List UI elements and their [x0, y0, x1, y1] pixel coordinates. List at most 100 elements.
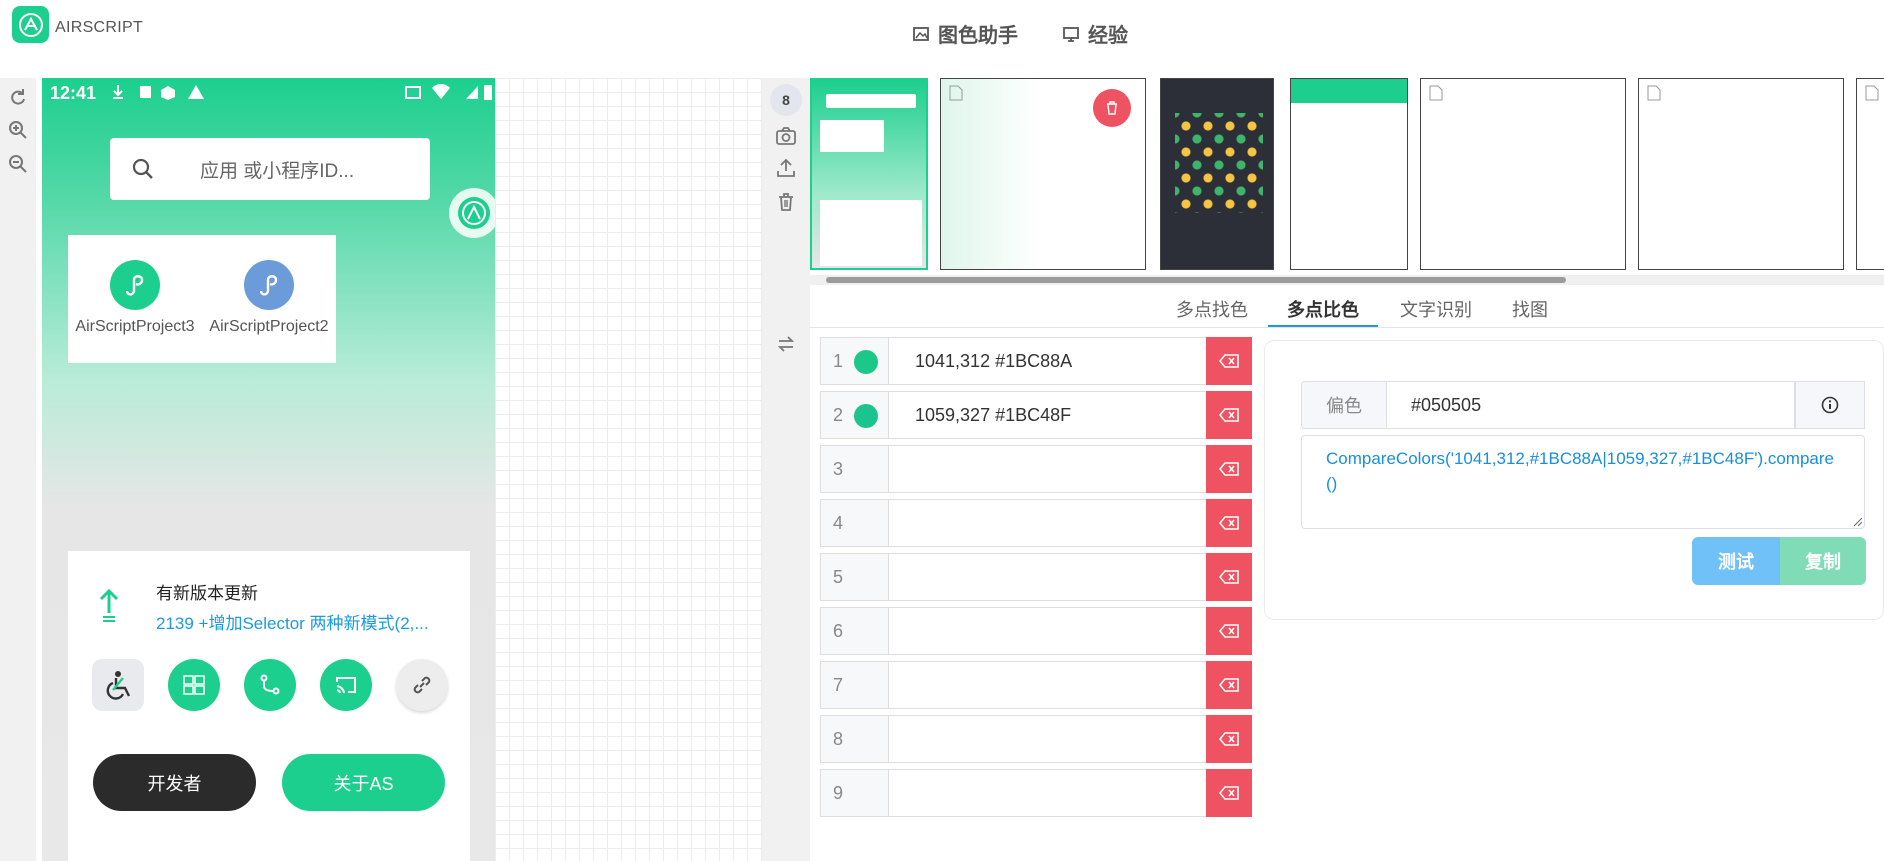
color-point-row[interactable]: 5 [820, 553, 1252, 601]
trash-icon [1107, 101, 1117, 115]
color-swatch [854, 404, 878, 428]
delete-point-button[interactable] [1206, 499, 1252, 547]
offset-color-input[interactable]: #050505 [1386, 381, 1795, 429]
tab-multi-point-compare[interactable]: 多点比色 [1287, 296, 1359, 322]
notification-icons [113, 85, 204, 100]
screenshot-thumbnail[interactable] [1856, 78, 1884, 270]
active-tab-indicator [1268, 325, 1378, 327]
search-placeholder: 应用 或小程序ID... [200, 160, 355, 182]
tab-ocr[interactable]: 文字识别 [1400, 296, 1472, 322]
screenshot-thumbnail[interactable] [810, 78, 928, 270]
image-icon [913, 26, 929, 41]
offset-label: 偏色 [1301, 381, 1387, 429]
scrollbar-thumb[interactable] [826, 277, 1566, 283]
screenshot-strip [810, 78, 1884, 270]
backspace-icon [1219, 354, 1239, 368]
delete-point-button[interactable] [1206, 715, 1252, 763]
search-input[interactable]: 应用 或小程序ID... [110, 138, 430, 200]
update-title: 有新版本更新 [156, 584, 258, 603]
delete-point-button[interactable] [1206, 661, 1252, 709]
delete-point-button[interactable] [1206, 607, 1252, 655]
git-branch-button[interactable] [244, 659, 296, 711]
point-index-cell: 5 [821, 554, 889, 600]
link-icon [413, 676, 431, 694]
backspace-icon [1219, 786, 1239, 800]
delete-point-button[interactable] [1206, 553, 1252, 601]
point-index: 5 [833, 567, 844, 587]
tab-multi-point-find[interactable]: 多点找色 [1176, 296, 1248, 322]
nav-experience[interactable]: 经验 [1062, 19, 1128, 48]
point-index-cell: 7 [821, 662, 889, 708]
color-point-row[interactable]: 2 1059,327 #1BC48F [820, 391, 1252, 439]
tab-find-image[interactable]: 找图 [1512, 296, 1548, 322]
generated-code-textarea[interactable]: CompareColors('1041,312,#1BC88A|1059,327… [1301, 435, 1865, 529]
point-value[interactable]: 1041,312 #1BC88A [915, 351, 1072, 372]
point-index-cell: 4 [821, 500, 889, 546]
miniprogram-icon [244, 260, 294, 310]
color-point-row[interactable]: 1 1041,312 #1BC88A [820, 337, 1252, 385]
color-point-row[interactable]: 8 [820, 715, 1252, 763]
copy-button[interactable]: 复制 [1780, 537, 1866, 585]
screenshot-thumbnail[interactable] [1160, 78, 1274, 270]
color-point-row[interactable]: 4 [820, 499, 1252, 547]
accessibility-icon [106, 671, 131, 700]
point-index-cell: 2 [821, 392, 889, 438]
camera-icon[interactable] [776, 126, 796, 146]
info-icon [1821, 396, 1839, 414]
screenshot-count-badge: 8 [770, 84, 802, 116]
signal-wifi-battery-icons [405, 84, 492, 100]
git-branch-icon [260, 674, 280, 695]
test-button[interactable]: 测试 [1692, 537, 1780, 585]
point-index: 1 [833, 351, 844, 371]
accessibility-button[interactable] [92, 659, 144, 711]
delete-point-button[interactable] [1206, 337, 1252, 385]
color-point-row[interactable]: 7 [820, 661, 1252, 709]
zoom-in-icon[interactable] [8, 120, 28, 140]
windows-button[interactable] [168, 659, 220, 711]
update-card: 有新版本更新 2139 +增加Selector 两种新模式(2,... 开发者 … [68, 551, 470, 861]
screenshot-thumbnail[interactable] [1290, 78, 1408, 270]
canvas-grid[interactable] [495, 78, 762, 861]
refresh-icon[interactable] [8, 87, 28, 107]
point-value[interactable]: 1059,327 #1BC48F [915, 405, 1071, 426]
delete-point-button[interactable] [1206, 391, 1252, 439]
color-point-row[interactable]: 3 [820, 445, 1252, 493]
delete-point-button[interactable] [1206, 445, 1252, 493]
point-index-cell: 3 [821, 446, 889, 492]
link-button[interactable] [396, 659, 448, 711]
color-point-row[interactable]: 9 [820, 769, 1252, 817]
upload-icon[interactable] [776, 158, 796, 178]
point-index: 3 [833, 459, 844, 479]
color-point-row[interactable]: 6 [820, 607, 1252, 655]
trash-icon[interactable] [776, 192, 796, 212]
broken-image-icon [949, 85, 963, 101]
swap-icon[interactable] [776, 334, 796, 354]
status-time: 12:41 [50, 83, 97, 103]
point-index: 8 [833, 729, 844, 749]
info-button[interactable] [1795, 381, 1865, 429]
thumbnail-scrollbar[interactable] [810, 275, 1884, 285]
device-screen[interactable]: 12:41 应用 或小程序ID... AirScriptProject3 Air… [42, 78, 495, 861]
backspace-icon [1219, 516, 1239, 530]
cast-button[interactable] [320, 659, 372, 711]
app-tile-project3[interactable]: AirScriptProject3 [68, 235, 202, 363]
screenshot-thumbnail[interactable] [940, 78, 1146, 270]
resize-handle-icon[interactable] [1853, 517, 1863, 527]
screenshot-thumbnail[interactable] [1420, 78, 1626, 270]
monitor-icon [1063, 26, 1079, 42]
broken-image-icon [1865, 85, 1879, 101]
compare-panel: 偏色 #050505 CompareColors('1041,312,#1BC8… [1264, 340, 1884, 620]
point-index-cell: 6 [821, 608, 889, 654]
update-description[interactable]: 2139 +增加Selector 两种新模式(2,... [156, 609, 429, 634]
delete-point-button[interactable] [1206, 769, 1252, 817]
app-tile-project2[interactable]: AirScriptProject2 [202, 235, 336, 363]
screenshot-thumbnail[interactable] [1638, 78, 1844, 270]
zoom-out-icon[interactable] [8, 154, 28, 174]
floating-assist-button[interactable] [449, 188, 495, 238]
developer-button[interactable]: 开发者 [93, 754, 256, 811]
broken-image-icon [1647, 85, 1661, 101]
delete-thumbnail-button[interactable] [1093, 89, 1131, 127]
nav-color-helper[interactable]: 图色助手 [912, 19, 1018, 48]
nav-label: 经验 [1088, 25, 1128, 47]
about-as-button[interactable]: 关于AS [282, 754, 445, 811]
